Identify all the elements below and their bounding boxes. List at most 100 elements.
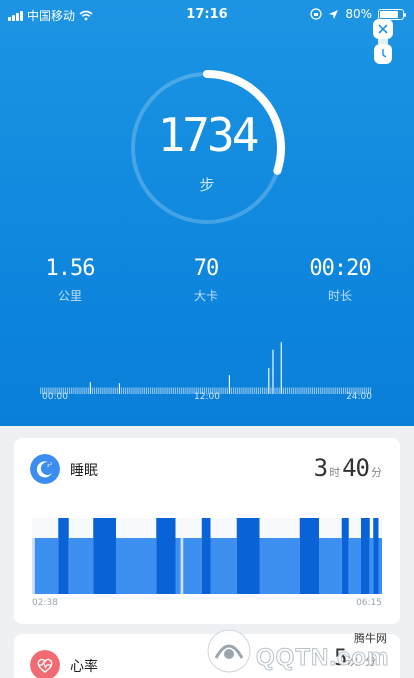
activity-bar <box>166 387 168 394</box>
activity-bar <box>278 387 280 394</box>
sleep-segment-deep <box>361 518 370 594</box>
sleep-segment-light <box>319 538 342 594</box>
activity-summary-panel: 中国移动 17:16 80% 1734 步 1.56 公里 70 大卡 00:2… <box>0 0 414 426</box>
activity-bar <box>102 387 104 394</box>
activity-bar <box>116 387 118 394</box>
activity-bar <box>181 387 183 394</box>
activity-bar <box>133 387 135 394</box>
activity-bar <box>297 387 299 394</box>
activity-bar <box>257 387 260 394</box>
activity-bar <box>114 387 116 394</box>
activity-bar <box>141 387 143 394</box>
activity-bar <box>239 387 241 394</box>
activity-bar <box>259 387 262 394</box>
activity-bar <box>75 387 77 394</box>
stat-distance-value: 1.56 <box>45 256 96 281</box>
activity-bar <box>276 387 278 394</box>
activity-bar <box>40 387 42 394</box>
activity-bar <box>282 387 284 394</box>
stat-duration-label: 时长 <box>327 289 352 303</box>
battery-percent: 80% <box>345 7 372 21</box>
activity-bar <box>222 387 224 394</box>
activity-bar <box>311 387 313 394</box>
activity-bar <box>110 387 112 394</box>
activity-bar <box>253 387 255 394</box>
sleep-segment-deep <box>93 518 116 594</box>
activity-bar <box>187 387 189 394</box>
status-bar: 中国移动 17:16 80% <box>0 4 414 26</box>
sleep-card[interactable]: z z 睡眠 3 时40 分 02:38 06:15 <box>14 438 400 624</box>
activity-bar <box>71 387 73 394</box>
heart-rate-title: 心率 <box>70 659 98 675</box>
activity-bar <box>340 387 343 394</box>
activity-bar <box>224 387 226 394</box>
activity-bar <box>137 387 139 394</box>
sleep-segment-light <box>369 538 374 594</box>
activity-bar <box>120 387 123 394</box>
sleep-minutes-unit: 分 <box>371 466 382 479</box>
sleep-hours-unit: 时 <box>329 466 341 479</box>
stat-duration-value: 00:20 <box>309 256 371 281</box>
activity-bar <box>228 375 230 394</box>
sleep-segment-light <box>183 538 202 594</box>
activity-bar <box>328 387 330 394</box>
activity-bar <box>324 387 326 394</box>
sleep-title: 睡眠 <box>70 463 98 479</box>
activity-bar <box>81 387 83 394</box>
activity-bar <box>135 387 137 394</box>
activity-bar <box>83 387 85 394</box>
activity-bar <box>268 368 270 394</box>
activity-bar <box>270 387 272 394</box>
activity-bar <box>191 387 193 394</box>
sleep-segment-light <box>175 538 181 594</box>
activity-bar <box>264 387 266 394</box>
sleep-segment-deep <box>201 518 211 594</box>
rotation-lock-icon <box>310 8 322 20</box>
activity-bar <box>338 387 340 394</box>
sleep-segment-light <box>378 538 382 594</box>
screen: 中国移动 17:16 80% 1734 步 1.56 公里 70 大卡 00:2… <box>0 0 414 678</box>
activity-bar <box>183 387 185 394</box>
activity-bar <box>174 387 177 394</box>
activity-bar <box>295 387 297 394</box>
activity-bar <box>247 387 249 394</box>
activity-bar <box>164 387 166 394</box>
activity-bar <box>309 387 311 394</box>
activity-bar <box>87 387 89 394</box>
moon-icon: z z <box>30 454 60 484</box>
sleep-segment-light <box>259 538 300 594</box>
sleep-segment-deep <box>373 518 379 594</box>
sleep-segment-deep <box>299 518 319 594</box>
activity-bar <box>318 387 320 394</box>
activity-bar <box>149 387 152 394</box>
activity-bar <box>289 387 291 394</box>
activity-bar <box>284 387 286 394</box>
activity-bar <box>104 387 106 394</box>
sleep-segment-deep <box>341 518 349 594</box>
activity-bar <box>152 387 154 394</box>
activity-bar <box>299 387 301 394</box>
sleep-stage-chart <box>32 518 382 594</box>
activity-bar <box>170 387 172 394</box>
activity-bar <box>274 387 276 394</box>
activity-bar <box>77 387 79 394</box>
sleep-segment-awake <box>32 538 35 594</box>
watch-device-icon[interactable] <box>372 18 394 66</box>
activity-bar <box>330 387 332 394</box>
activity-bar <box>176 387 179 394</box>
activity-bar <box>129 387 131 394</box>
activity-bar <box>118 383 120 394</box>
activity-bar <box>313 387 316 394</box>
activity-bar <box>156 387 158 394</box>
daily-activity-chart[interactable] <box>40 340 372 394</box>
sleep-segment-light <box>34 538 43 594</box>
activity-bar <box>266 387 268 394</box>
activity-axis-end: 24:00 <box>346 392 372 402</box>
activity-bar <box>245 387 247 394</box>
activity-bar <box>255 387 257 394</box>
sleep-segment-light <box>210 538 237 594</box>
activity-bar <box>249 387 251 394</box>
stat-duration: 00:20 时长 <box>280 256 400 304</box>
activity-bar <box>125 387 127 394</box>
svg-text:z: z <box>50 461 52 466</box>
